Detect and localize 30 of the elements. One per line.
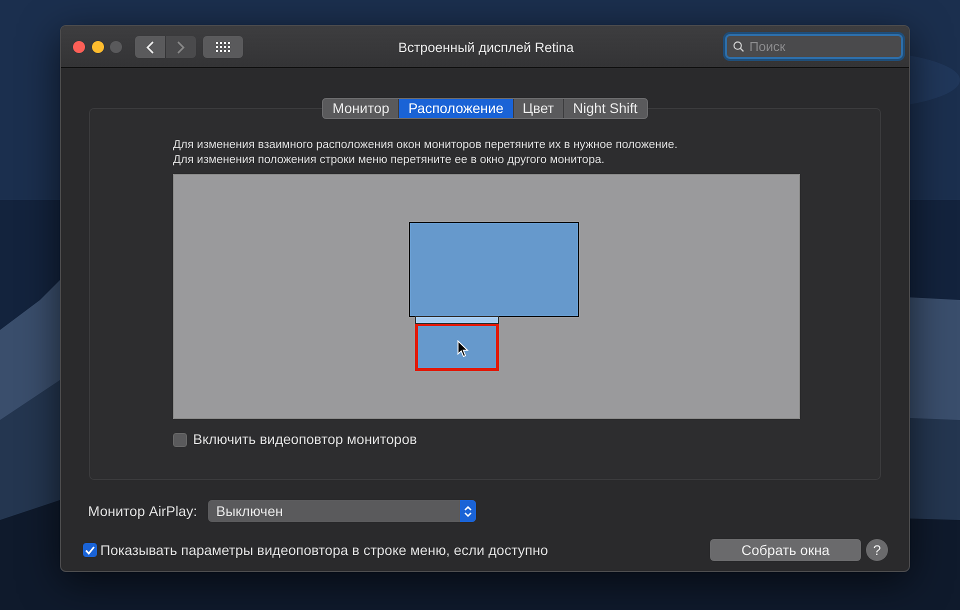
window-title: Встроенный дисплей Retina bbox=[397, 39, 575, 57]
tab[interactable]: Расположение bbox=[399, 99, 514, 118]
instruction-text: Для изменения положения строки меню перетяните ее в окно другого монитора. bbox=[173, 153, 606, 168]
menu-bar-strip[interactable] bbox=[415, 316, 499, 324]
show-all-button[interactable] bbox=[202, 36, 242, 58]
airplay-label: Монитор AirPlay: bbox=[88, 502, 198, 521]
tab[interactable]: Цвет bbox=[514, 99, 564, 118]
cursor-icon bbox=[457, 340, 469, 358]
close-button[interactable] bbox=[73, 41, 85, 53]
help-button[interactable]: ? bbox=[866, 539, 888, 561]
grid-icon bbox=[216, 42, 230, 52]
back-button[interactable] bbox=[135, 36, 165, 58]
instruction-text: Для изменения взаимного расположения окон мониторов перетяните их в нужное положение. bbox=[173, 138, 679, 153]
tab[interactable]: Night Shift bbox=[564, 99, 647, 118]
checkbox-label[interactable]: Показывать параметры видеоповтора в строке меню, если доступно bbox=[100, 540, 548, 560]
search-input[interactable]: Поиск bbox=[747, 36, 901, 58]
checkbox[interactable] bbox=[173, 432, 187, 446]
forward-icon bbox=[177, 40, 185, 54]
search-field[interactable]: Поиск bbox=[725, 34, 903, 59]
airplay-select[interactable]: Выключен bbox=[208, 500, 476, 522]
checkbox-label[interactable]: Включить видеоповтор мониторов bbox=[193, 429, 417, 450]
search-icon bbox=[733, 40, 744, 53]
forward-button[interactable] bbox=[166, 36, 196, 58]
gather-windows-button[interactable]: Собрать окна bbox=[710, 539, 861, 561]
display[interactable] bbox=[415, 323, 499, 371]
minimize-button[interactable] bbox=[92, 41, 104, 53]
checkbox[interactable] bbox=[83, 543, 97, 557]
chevron-updown-icon bbox=[464, 504, 472, 518]
back-icon bbox=[146, 40, 154, 54]
display[interactable] bbox=[409, 222, 579, 317]
